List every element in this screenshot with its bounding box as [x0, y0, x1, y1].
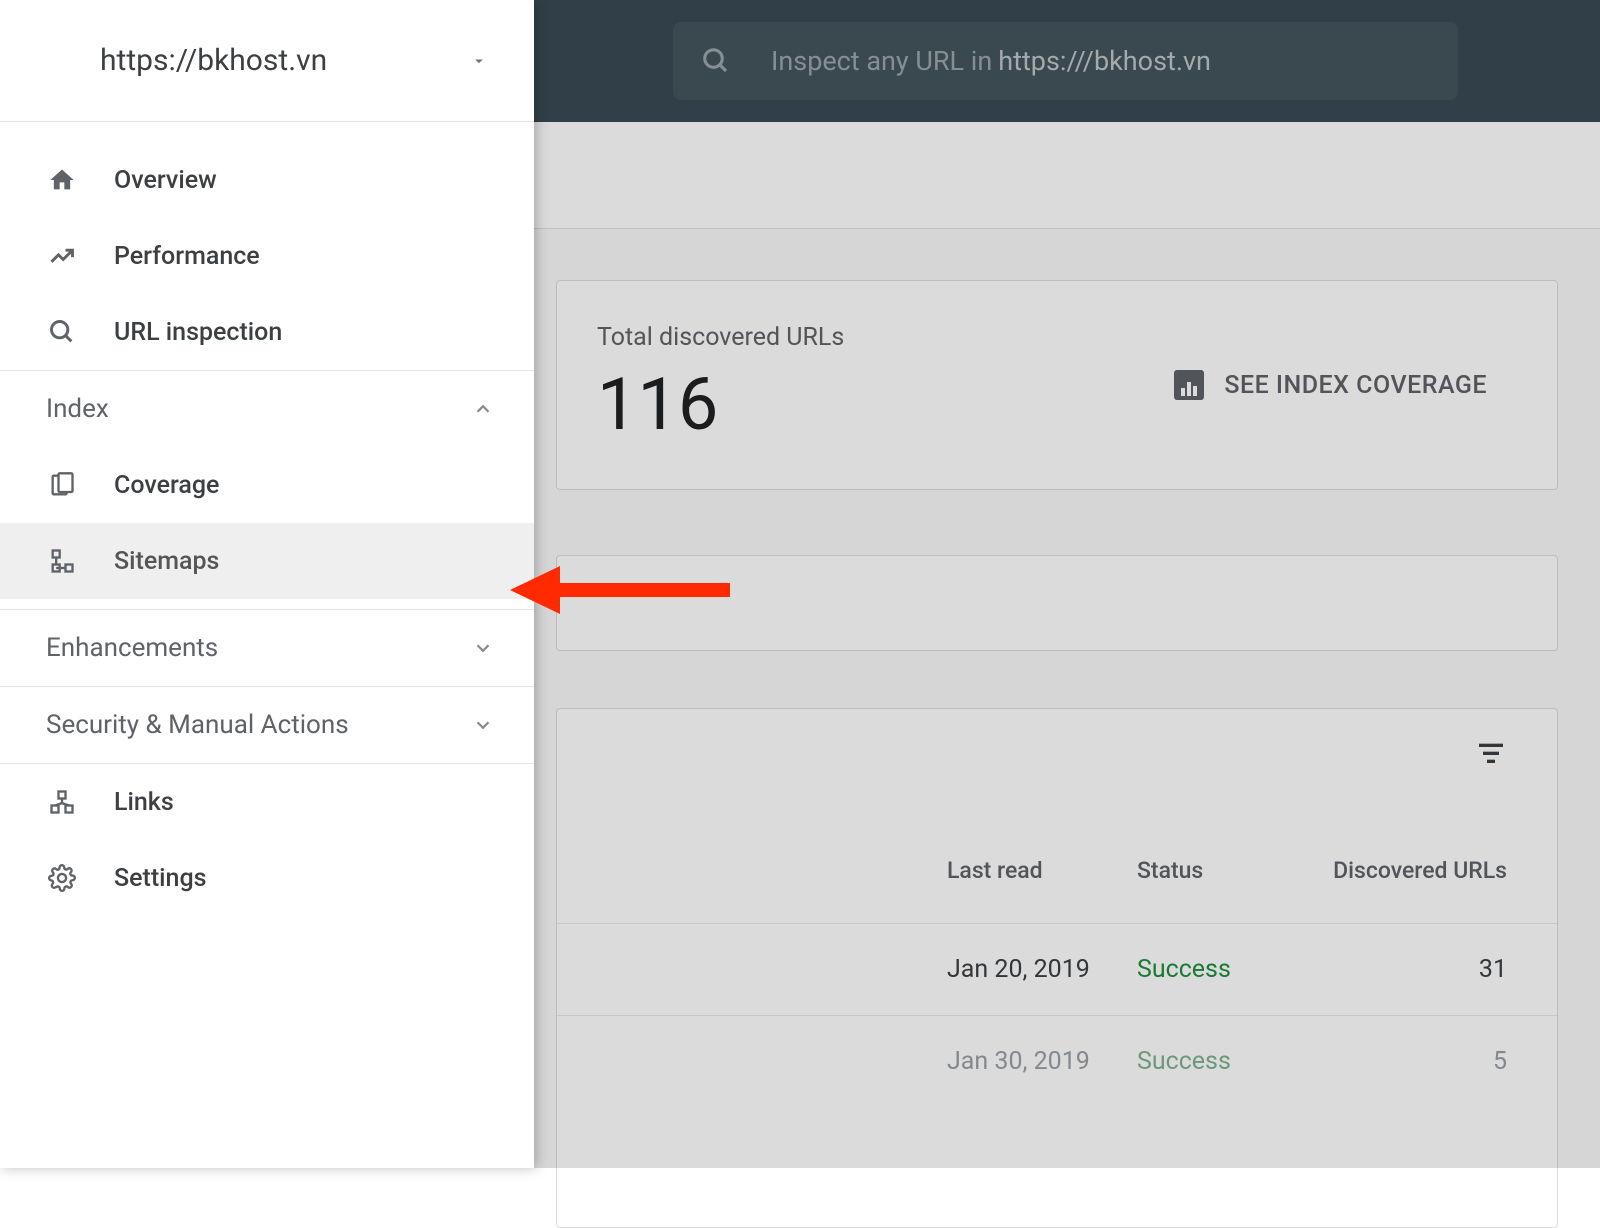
chevron-down-icon [472, 637, 494, 659]
sidebar-item-url-inspection[interactable]: URL inspection [0, 294, 534, 370]
sidebar-item-label: Performance [114, 242, 260, 271]
section-enhancements[interactable]: Enhancements [0, 610, 534, 686]
trending-icon [46, 242, 78, 270]
sidebar-item-label: Settings [114, 864, 207, 893]
sidebar-item-label: Links [114, 788, 174, 817]
property-selector[interactable]: https://bkhost.vn [0, 0, 534, 122]
sidebar-item-coverage[interactable]: Coverage [0, 447, 534, 523]
coverage-icon [46, 471, 78, 499]
sidebar-item-label: URL inspection [114, 318, 282, 347]
dropdown-icon [470, 52, 488, 70]
section-label: Security & Manual Actions [46, 710, 349, 740]
sidebar: https://bkhost.vn Overview Performance U… [0, 0, 534, 1168]
section-security[interactable]: Security & Manual Actions [0, 687, 534, 763]
section-label: Enhancements [46, 633, 218, 663]
section-label: Index [46, 394, 109, 424]
annotation-arrow [510, 560, 740, 620]
home-icon [46, 166, 78, 194]
section-index[interactable]: Index [0, 371, 534, 447]
property-url: https://bkhost.vn [100, 43, 327, 78]
gear-icon [46, 864, 78, 892]
sidebar-item-settings[interactable]: Settings [0, 840, 534, 916]
chevron-down-icon [472, 714, 494, 736]
search-icon [46, 318, 78, 346]
chevron-up-icon [472, 398, 494, 420]
links-icon [46, 788, 78, 816]
sidebar-item-label: Sitemaps [114, 547, 219, 576]
sidebar-item-performance[interactable]: Performance [0, 218, 534, 294]
sidebar-item-label: Overview [114, 166, 217, 195]
sidebar-item-sitemaps[interactable]: Sitemaps [0, 523, 534, 599]
sitemap-icon [46, 547, 78, 575]
sidebar-item-overview[interactable]: Overview [0, 142, 534, 218]
sidebar-item-links[interactable]: Links [0, 764, 534, 840]
sidebar-item-label: Coverage [114, 471, 219, 500]
